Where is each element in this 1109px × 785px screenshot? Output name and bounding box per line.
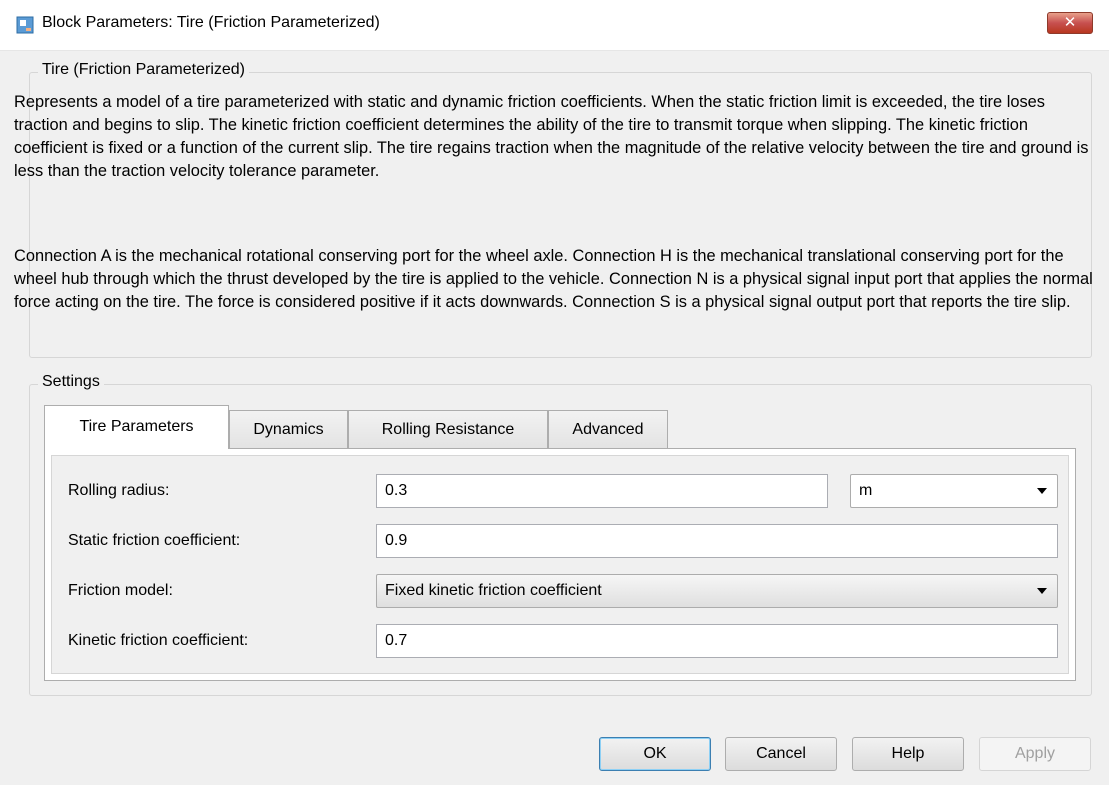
description-paragraph-1: Represents a model of a tire parameteriz… <box>14 93 1089 180</box>
ok-button[interactable]: OK <box>599 737 711 771</box>
tab-rolling-resistance[interactable]: Rolling Resistance <box>348 410 548 448</box>
static-friction-input[interactable]: 0.9 <box>376 524 1058 558</box>
settings-group-title: Settings <box>38 373 104 391</box>
cancel-button[interactable]: Cancel <box>725 737 837 771</box>
rolling-radius-input[interactable]: 0.3 <box>376 474 828 508</box>
close-icon: ✕ <box>1063 14 1077 31</box>
tab-label: Rolling Resistance <box>381 421 515 438</box>
help-button[interactable]: Help <box>852 737 964 771</box>
tab-dynamics[interactable]: Dynamics <box>229 410 348 448</box>
description-group-title: Tire (Friction Parameterized) <box>38 61 250 79</box>
description-paragraph-2: Connection A is the mechanical rotationa… <box>14 247 1093 311</box>
tab-label: Dynamics <box>253 421 324 438</box>
tab-advanced[interactable]: Advanced <box>548 410 668 448</box>
friction-model-select[interactable]: Fixed kinetic friction coefficient <box>376 574 1058 608</box>
title-bar: Block Parameters: Tire (Friction Paramet… <box>0 0 1109 51</box>
window-title: Block Parameters: Tire (Friction Paramet… <box>42 14 380 31</box>
tab-panel-tire-parameters: Rolling radius: 0.3 m Static friction co… <box>44 448 1076 681</box>
close-button[interactable]: ✕ <box>1047 12 1093 34</box>
tab-label: Tire Parameters <box>79 418 194 435</box>
kinetic-friction-label: Kinetic friction coefficient: <box>68 632 249 649</box>
friction-model-value: Fixed kinetic friction coefficient <box>385 582 602 599</box>
chevron-down-icon <box>1037 488 1047 494</box>
rolling-radius-unit-select[interactable]: m <box>850 474 1058 508</box>
apply-button[interactable]: Apply <box>979 737 1091 771</box>
kinetic-friction-input[interactable]: 0.7 <box>376 624 1058 658</box>
rolling-radius-unit-value: m <box>859 482 873 499</box>
chevron-down-icon <box>1037 588 1047 594</box>
tab-tire-parameters[interactable]: Tire Parameters <box>44 405 229 449</box>
parameters-panel: Rolling radius: 0.3 m Static friction co… <box>51 455 1069 674</box>
simulink-block-icon <box>16 16 34 34</box>
static-friction-label: Static friction coefficient: <box>68 532 241 549</box>
rolling-radius-label: Rolling radius: <box>68 482 170 499</box>
friction-model-label: Friction model: <box>68 582 173 599</box>
tab-label: Advanced <box>572 421 644 438</box>
